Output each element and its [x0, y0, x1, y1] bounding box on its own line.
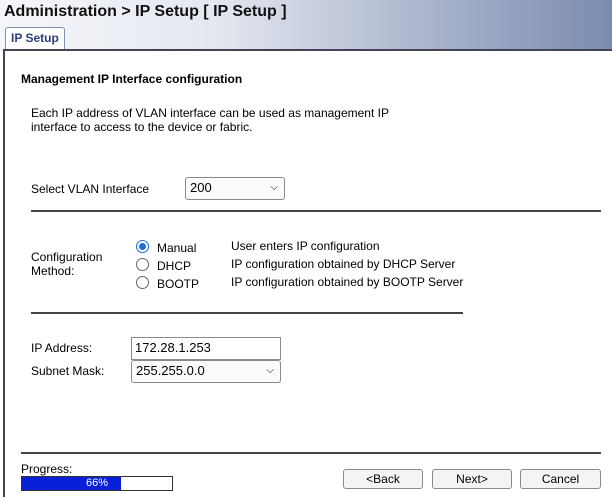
next-button[interactable]: Next> [432, 469, 512, 489]
tab-ip-setup[interactable]: IP Setup [5, 27, 65, 50]
back-button[interactable]: <Back [343, 469, 423, 489]
radio-bootp[interactable] [136, 276, 149, 289]
vlan-select-value: 200 [190, 180, 212, 195]
ip-address-label: IP Address: [31, 341, 93, 355]
vlan-label: Select VLAN Interface [31, 182, 150, 196]
ip-address-input[interactable]: 172.28.1.253 [131, 337, 281, 360]
progress-label: Progress: [21, 462, 73, 476]
content-panel: Management IP Interface configuration Ea… [3, 49, 612, 497]
radio-manual-label[interactable]: Manual [157, 241, 196, 255]
divider [21, 452, 601, 454]
section-title: Management IP Interface configuration [21, 72, 243, 86]
cancel-button[interactable]: Cancel [520, 469, 601, 489]
radio-manual[interactable] [136, 240, 149, 253]
config-method-label-line2: Method: [31, 264, 75, 278]
subnet-mask-select[interactable]: 255.255.0.0 ⌵ [131, 360, 281, 383]
progress-bar: 66% [21, 476, 173, 491]
divider [31, 210, 601, 212]
radio-bootp-label[interactable]: BOOTP [157, 277, 199, 291]
title-bar: Administration > IP Setup [ IP Setup ] I… [0, 0, 612, 50]
section-description: Each IP address of VLAN interface can be… [31, 106, 389, 134]
chevron-down-icon: ⌵ [266, 365, 274, 376]
radio-dhcp[interactable] [136, 258, 149, 271]
config-method-label-line1: Configuration [31, 250, 103, 264]
vlan-select[interactable]: 200 ⌵ [185, 177, 285, 200]
radio-bootp-description: IP configuration obtained by BOOTP Serve… [231, 275, 464, 289]
radio-dhcp-label[interactable]: DHCP [157, 259, 191, 273]
page-title: Administration > IP Setup [ IP Setup ] [4, 3, 287, 20]
subnet-mask-label: Subnet Mask: [31, 364, 105, 378]
divider [31, 312, 463, 314]
chevron-down-icon: ⌵ [270, 182, 278, 193]
config-method-label: Configuration Method: [31, 250, 102, 278]
radio-manual-description: User enters IP configuration [231, 239, 380, 253]
radio-dhcp-description: IP configuration obtained by DHCP Server [231, 257, 456, 271]
progress-text: 66% [85, 477, 109, 489]
subnet-mask-value: 255.255.0.0 [136, 363, 205, 378]
